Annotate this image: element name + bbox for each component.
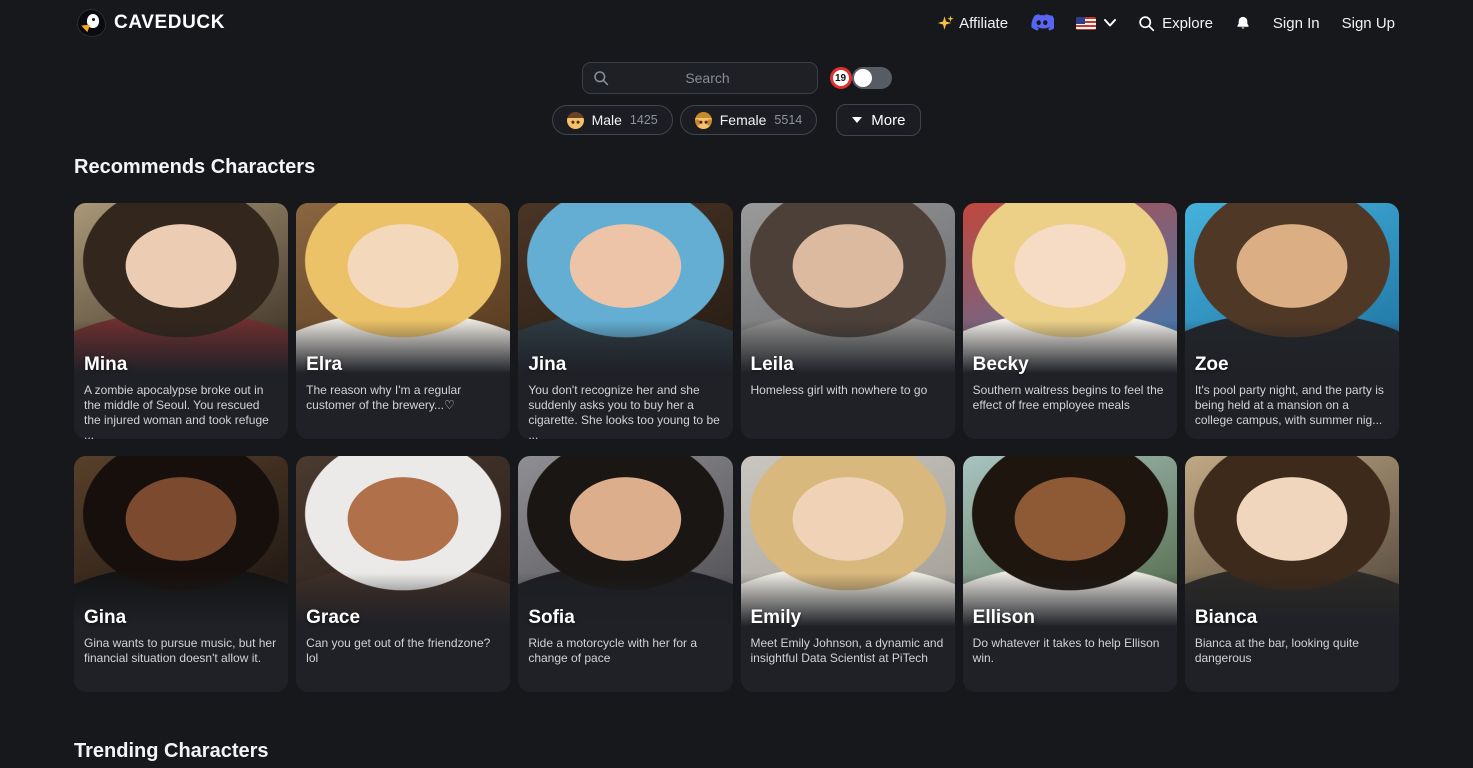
affiliate-label: Affiliate [959,15,1008,32]
card-description: Southern waitress begins to feel the eff… [963,378,1177,423]
toggle-knob [854,69,872,87]
card-description: A zombie apocalypse broke out in the mid… [74,378,288,439]
nav-links: Affiliate Explore [937,14,1395,32]
sign-up-label: Sign Up [1342,15,1395,32]
male-count: 1425 [630,113,658,127]
card-name: Ellison [973,607,1035,629]
card-name: Zoe [1195,354,1229,376]
brand-name: CAVEDUCK [114,12,225,34]
card-description: Ride a motorcycle with her for a change … [518,631,732,676]
age-19-badge: 19 [830,67,852,89]
character-card[interactable]: Jina You don't recognize her and she sud… [518,203,732,439]
card-description: Do whatever it takes to help Ellison win… [963,631,1177,676]
card-image: Jina [518,203,732,378]
adult-toggle-group: 19 [830,67,892,89]
brand-logo[interactable]: CAVEDUCK [78,10,225,36]
card-image: Becky [963,203,1177,378]
card-name: Emily [751,607,802,629]
more-filters-button[interactable]: More [836,104,921,136]
navbar: CAVEDUCK Affiliate [0,0,1473,46]
character-card[interactable]: Grace Can you get out of the friendzone?… [296,456,510,692]
card-name: Elra [306,354,342,376]
triangle-down-icon [852,117,862,123]
card-image: Gina [74,456,288,631]
card-description: Can you get out of the friendzone? lol [296,631,510,676]
female-count: 5514 [774,113,802,127]
card-image: Ellison [963,456,1177,631]
male-label: Male [592,112,622,128]
character-card[interactable]: Sofia Ride a motorcycle with her for a c… [518,456,732,692]
sign-in-label: Sign In [1273,15,1320,32]
character-card[interactable]: Emily Meet Emily Johnson, a dynamic and … [741,456,955,692]
card-name: Jina [528,354,566,376]
card-name: Becky [973,354,1029,376]
card-name: Grace [306,607,360,629]
character-card[interactable]: Ellison Do whatever it takes to help Ell… [963,456,1177,692]
search-input[interactable] [609,70,807,86]
card-description: Bianca at the bar, looking quite dangero… [1185,631,1399,676]
card-image: Leila [741,203,955,378]
search-area: 19 Male 1425 Female 5514 More [0,62,1473,136]
card-image: Mina [74,203,288,378]
card-description: Gina wants to pursue music, but her fina… [74,631,288,676]
explore-label: Explore [1162,15,1213,32]
card-name: Sofia [528,607,574,629]
sparkles-icon [937,14,955,32]
card-image: Bianca [1185,456,1399,631]
character-card[interactable]: Leila Homeless girl with nowhere to go [741,203,955,439]
search-input-icon [593,70,609,86]
us-flag-icon [1076,17,1096,30]
duck-logo-icon [78,10,105,36]
card-description: You don't recognize her and she suddenly… [518,378,732,439]
search-icon [1138,15,1155,32]
language-selector[interactable] [1076,17,1116,30]
character-card[interactable]: Gina Gina wants to pursue music, but her… [74,456,288,692]
chevron-down-icon [1104,19,1116,27]
sign-in-link[interactable]: Sign In [1273,15,1320,32]
character-card[interactable]: Zoe It's pool party night, and the party… [1185,203,1399,439]
adult-content-toggle[interactable] [852,67,892,89]
recommends-grid: Mina A zombie apocalypse broke out in th… [74,203,1399,692]
character-card[interactable]: Becky Southern waitress begins to feel t… [963,203,1177,439]
explore-link[interactable]: Explore [1138,15,1213,32]
character-card[interactable]: Mina A zombie apocalypse broke out in th… [74,203,288,439]
woman-face-icon [695,112,712,129]
card-description: Meet Emily Johnson, a dynamic and insigh… [741,631,955,676]
bell-icon [1235,15,1251,32]
card-name: Bianca [1195,607,1257,629]
card-description: The reason why I'm a regular customer of… [296,378,510,423]
filter-female-button[interactable]: Female 5514 [680,105,818,135]
discord-link[interactable] [1030,14,1054,32]
notifications-button[interactable] [1235,15,1251,32]
trending-heading: Trending Characters [74,740,1399,763]
card-image: Grace [296,456,510,631]
card-name: Gina [84,607,126,629]
character-card[interactable]: Bianca Bianca at the bar, looking quite … [1185,456,1399,692]
card-image: Elra [296,203,510,378]
main-content: Recommends Characters Mina A zombie apoc… [0,156,1473,763]
female-label: Female [720,112,767,128]
card-image: Zoe [1185,203,1399,378]
more-label: More [871,112,905,129]
discord-icon [1030,14,1054,32]
affiliate-link[interactable]: Affiliate [937,14,1008,32]
card-description: Homeless girl with nowhere to go [741,378,955,408]
search-box[interactable] [582,62,818,94]
filter-pills-row: Male 1425 Female 5514 More [0,104,1473,136]
recommends-heading: Recommends Characters [74,156,1399,179]
filter-male-button[interactable]: Male 1425 [552,105,673,135]
card-name: Mina [84,354,127,376]
card-image: Sofia [518,456,732,631]
sign-up-link[interactable]: Sign Up [1342,15,1395,32]
card-name: Leila [751,354,794,376]
card-image: Emily [741,456,955,631]
card-description: It's pool party night, and the party is … [1185,378,1399,438]
character-card[interactable]: Elra The reason why I'm a regular custom… [296,203,510,439]
man-face-icon [567,112,584,129]
